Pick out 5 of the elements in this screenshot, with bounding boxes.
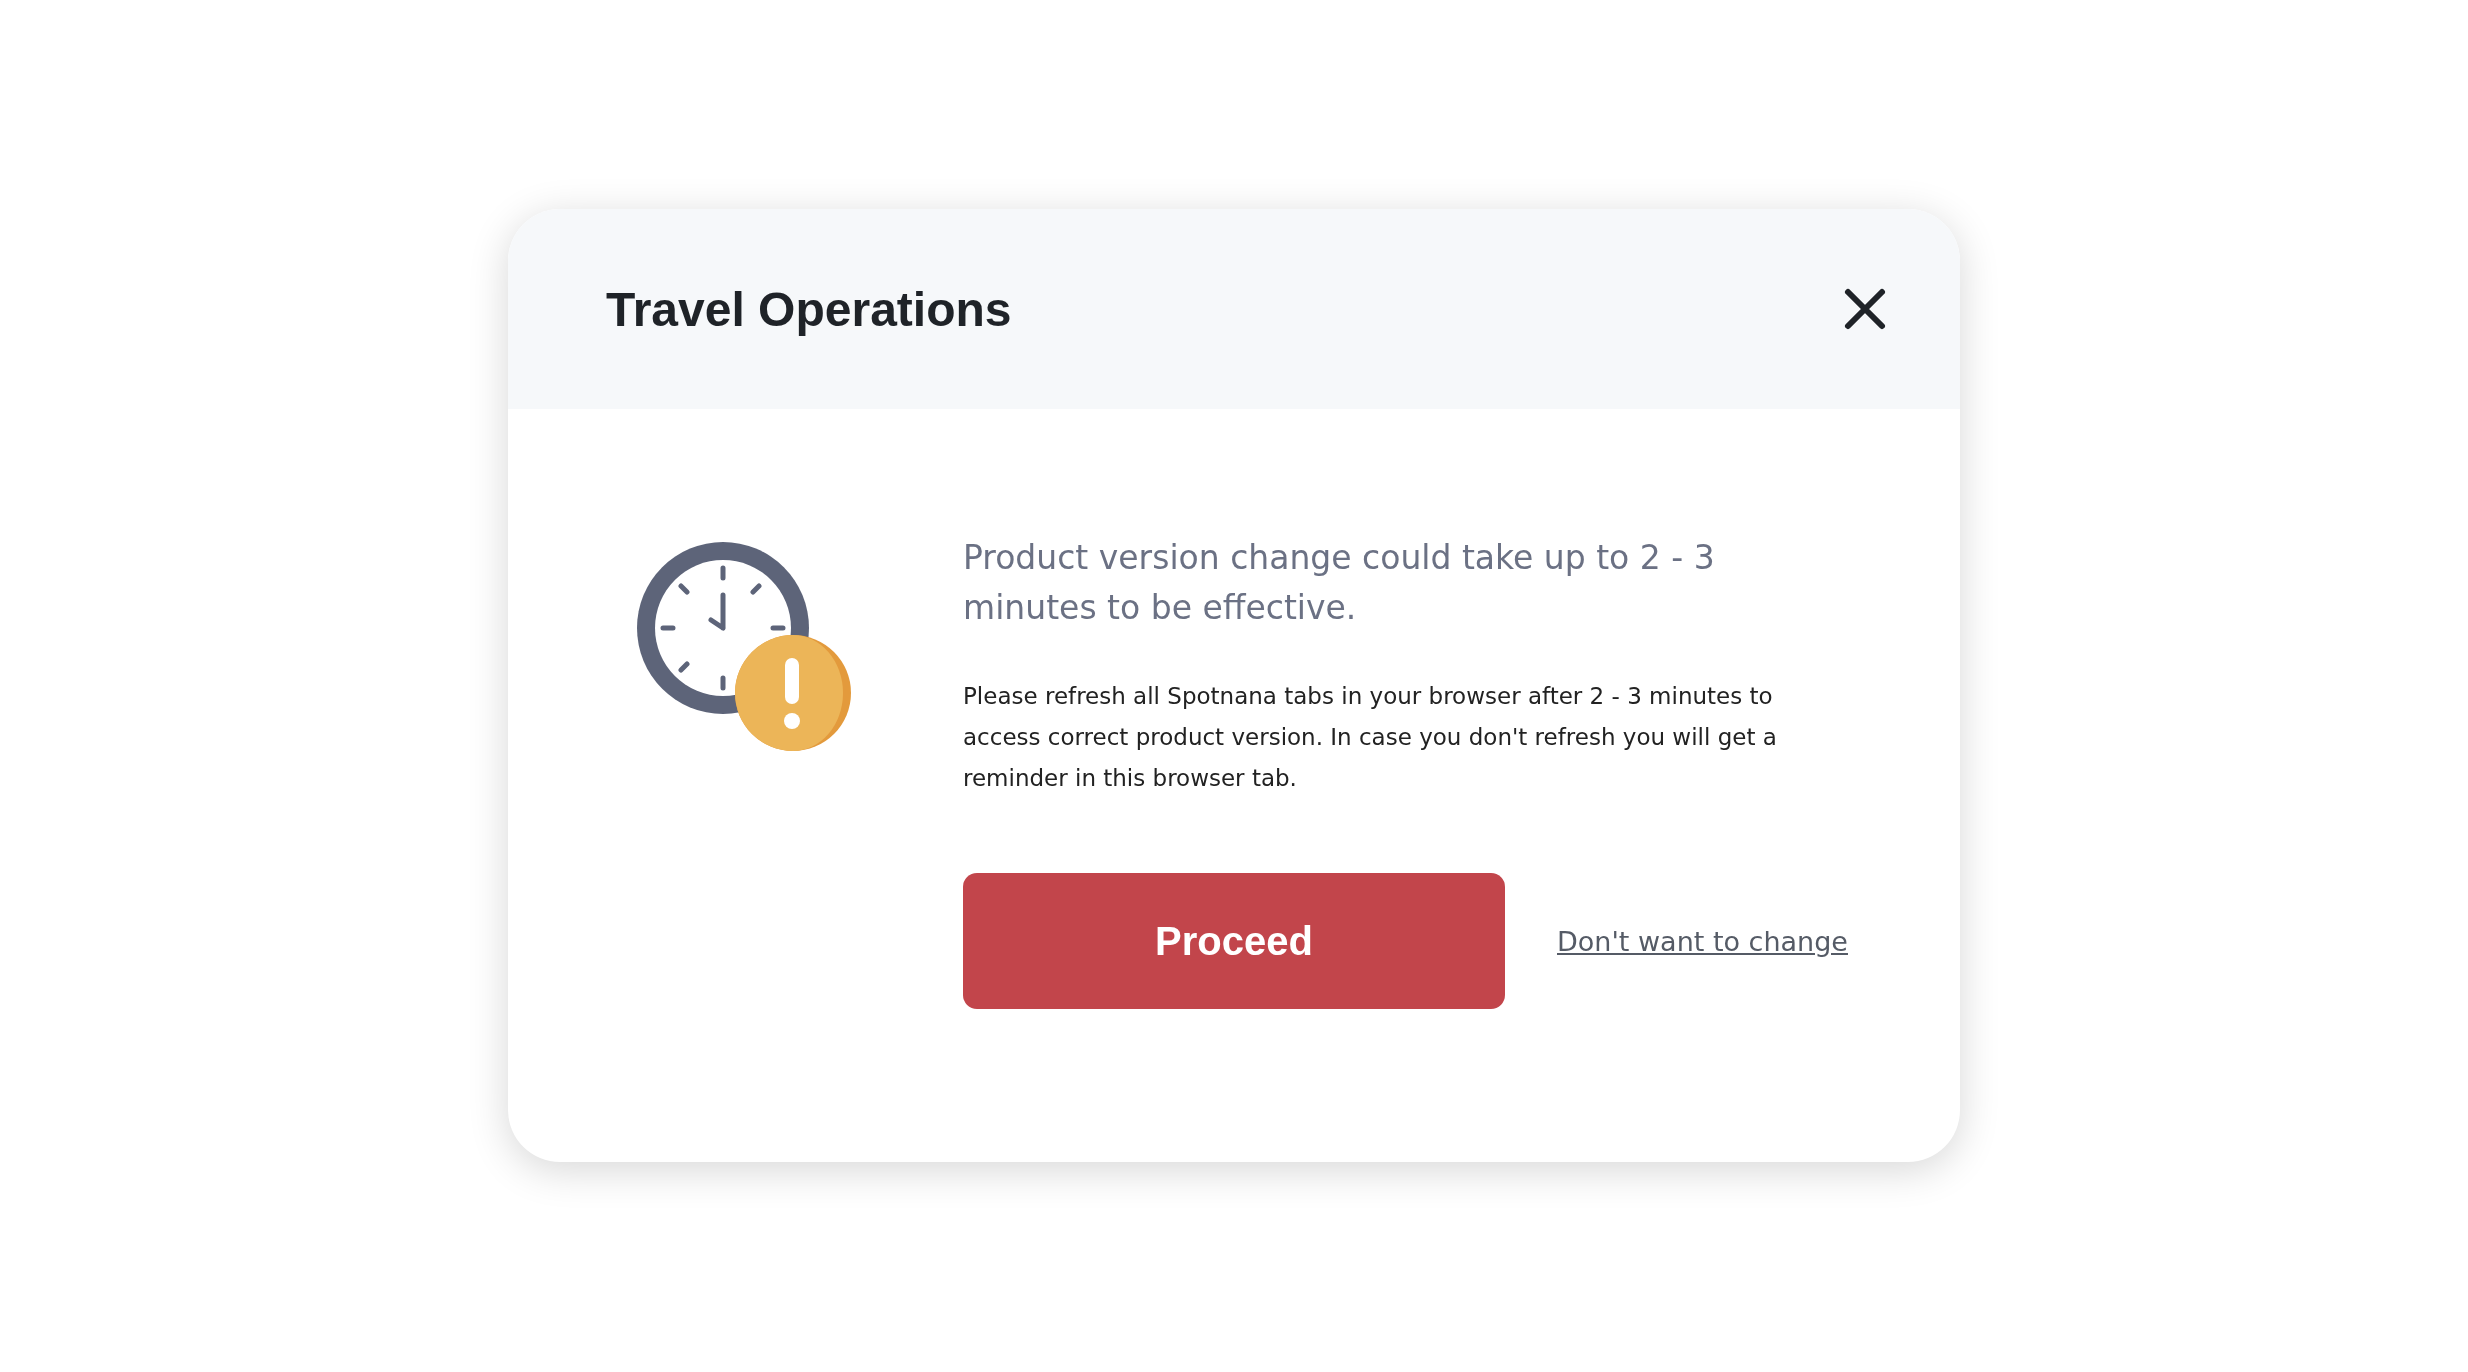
dialog-title: Travel Operations [606, 281, 1012, 337]
proceed-button[interactable]: Proceed [963, 873, 1505, 1009]
info-message: Please refresh all Spotnana tabs in your browser after 2 - 3 minutes to access correct product version. In case you don't refresh you will get a reminder in this browser tab. [963, 682, 1778, 793]
info-heading: Product version change could take up to 2 - 3 minutes to be effective. [963, 537, 1716, 629]
cancel-link[interactable]: Don't want to change [1557, 925, 1848, 957]
